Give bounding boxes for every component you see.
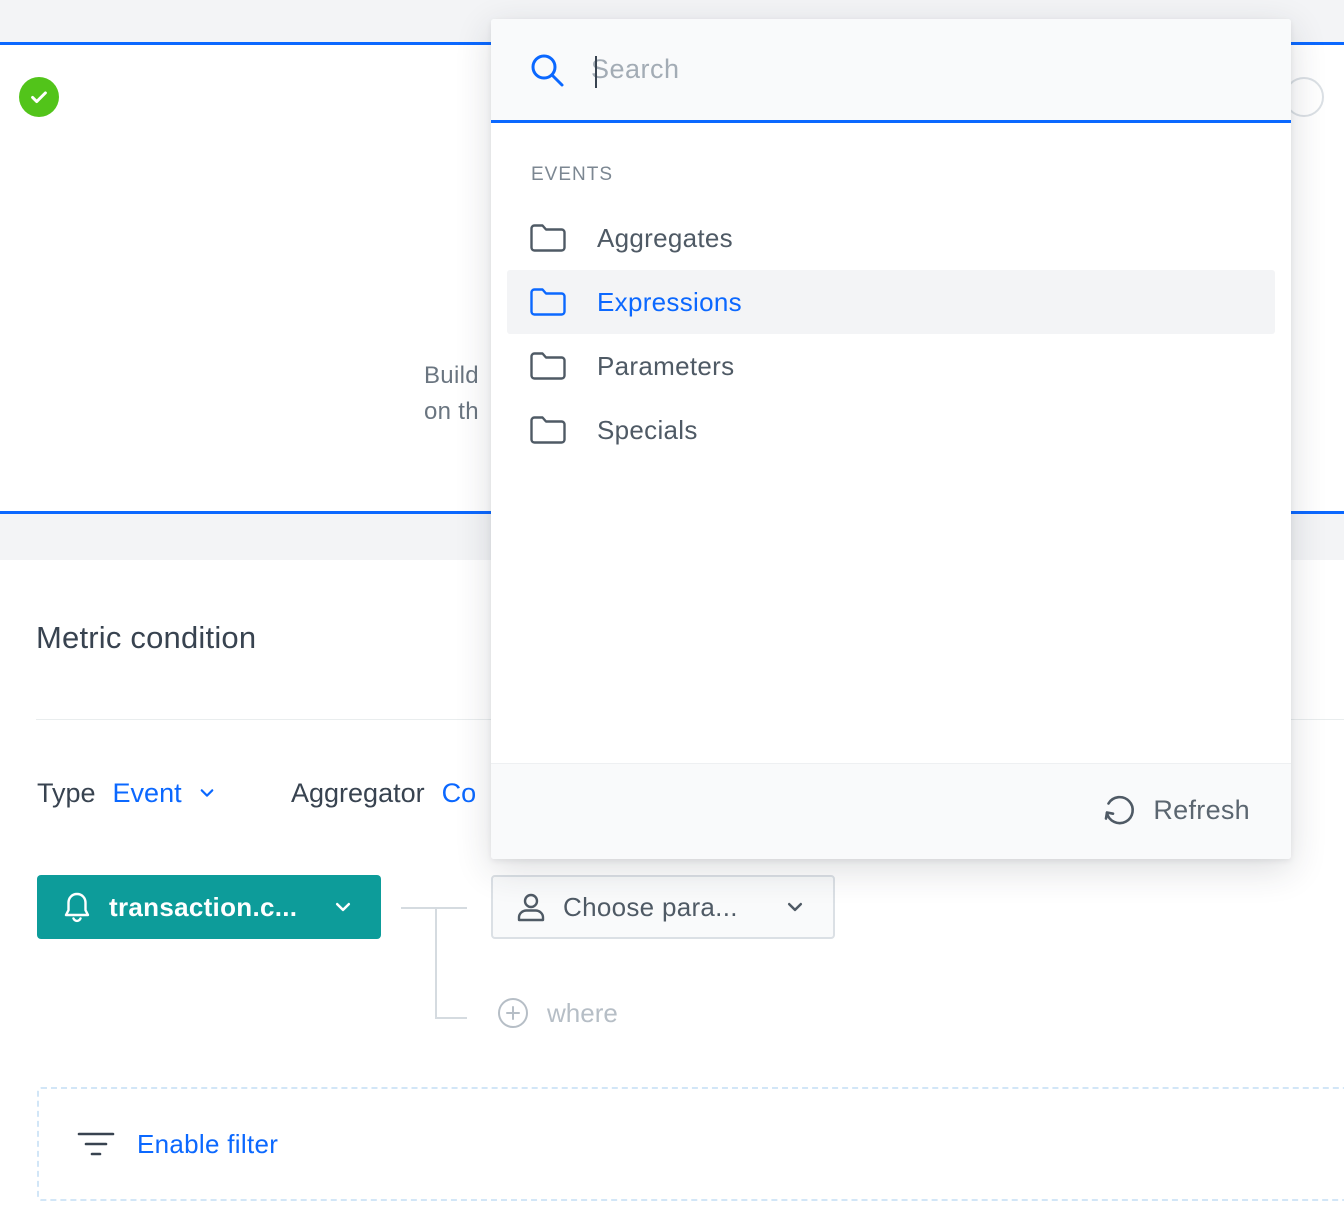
folder-icon xyxy=(529,351,567,381)
refresh-label: Refresh xyxy=(1153,794,1250,825)
section-title: Metric condition xyxy=(36,620,257,655)
search-icon xyxy=(529,52,565,88)
user-icon xyxy=(515,891,547,923)
wizard-description-line-2: on th xyxy=(424,398,479,425)
menu-item-expressions[interactable]: Expressions xyxy=(507,270,1275,334)
text-caret xyxy=(595,56,597,88)
type-field: Type Event xyxy=(37,776,216,810)
tree-connector xyxy=(401,907,467,909)
menu-item-label: Aggregates xyxy=(597,222,733,253)
parameter-dropdown: EVENTS Aggregates Expressions Parameters xyxy=(491,19,1291,859)
enable-filter-label: Enable filter xyxy=(137,1128,279,1159)
folder-icon xyxy=(529,223,567,253)
type-select[interactable]: Event xyxy=(113,778,216,809)
aggregator-select[interactable]: Co xyxy=(442,778,477,809)
menu-item-label: Expressions xyxy=(597,286,742,317)
parameter-selector-button[interactable]: Choose para... xyxy=(491,875,835,939)
menu-item-aggregates[interactable]: Aggregates xyxy=(507,206,1275,270)
plus-circle-icon xyxy=(497,997,529,1029)
chevron-down-icon xyxy=(198,784,216,802)
step-complete-icon xyxy=(19,77,59,117)
chevron-down-icon xyxy=(333,897,353,917)
parameter-selector-label: Choose para... xyxy=(563,891,738,922)
menu-item-parameters[interactable]: Parameters xyxy=(507,334,1275,398)
refresh-button[interactable]: Refresh xyxy=(1101,792,1250,828)
event-selector-label: transaction.c... xyxy=(109,891,298,922)
folder-icon xyxy=(529,287,567,317)
tree-connector xyxy=(435,907,437,1019)
folder-icon xyxy=(529,415,567,445)
wizard-description: Build on th xyxy=(424,358,479,430)
where-label: where xyxy=(547,997,618,1028)
type-value: Event xyxy=(112,777,182,808)
filter-icon xyxy=(77,1129,115,1159)
refresh-icon xyxy=(1101,792,1137,828)
event-selector-button[interactable]: transaction.c... xyxy=(37,875,381,939)
add-where-button[interactable]: where xyxy=(497,997,618,1029)
menu-item-specials[interactable]: Specials xyxy=(507,398,1275,462)
search-input[interactable] xyxy=(591,44,1231,95)
aggregator-field: Aggregator Co xyxy=(291,776,476,810)
type-label: Type xyxy=(37,777,96,808)
search-bar xyxy=(491,19,1291,123)
enable-filter-box[interactable]: Enable filter xyxy=(37,1087,1344,1201)
menu-item-label: Specials xyxy=(597,414,698,445)
aggregator-label: Aggregator xyxy=(291,777,425,808)
wizard-description-line-1: Build xyxy=(424,362,479,389)
group-label: EVENTS xyxy=(531,164,614,185)
app-stage: Build on th Metric condition Type Event … xyxy=(0,0,1344,1220)
menu-item-label: Parameters xyxy=(597,350,735,381)
tree-connector xyxy=(435,1017,467,1019)
bell-icon xyxy=(63,891,91,923)
dropdown-footer: Refresh xyxy=(491,763,1291,859)
chevron-down-icon xyxy=(785,897,805,917)
category-list: Aggregates Expressions Parameters Specia… xyxy=(507,206,1275,462)
